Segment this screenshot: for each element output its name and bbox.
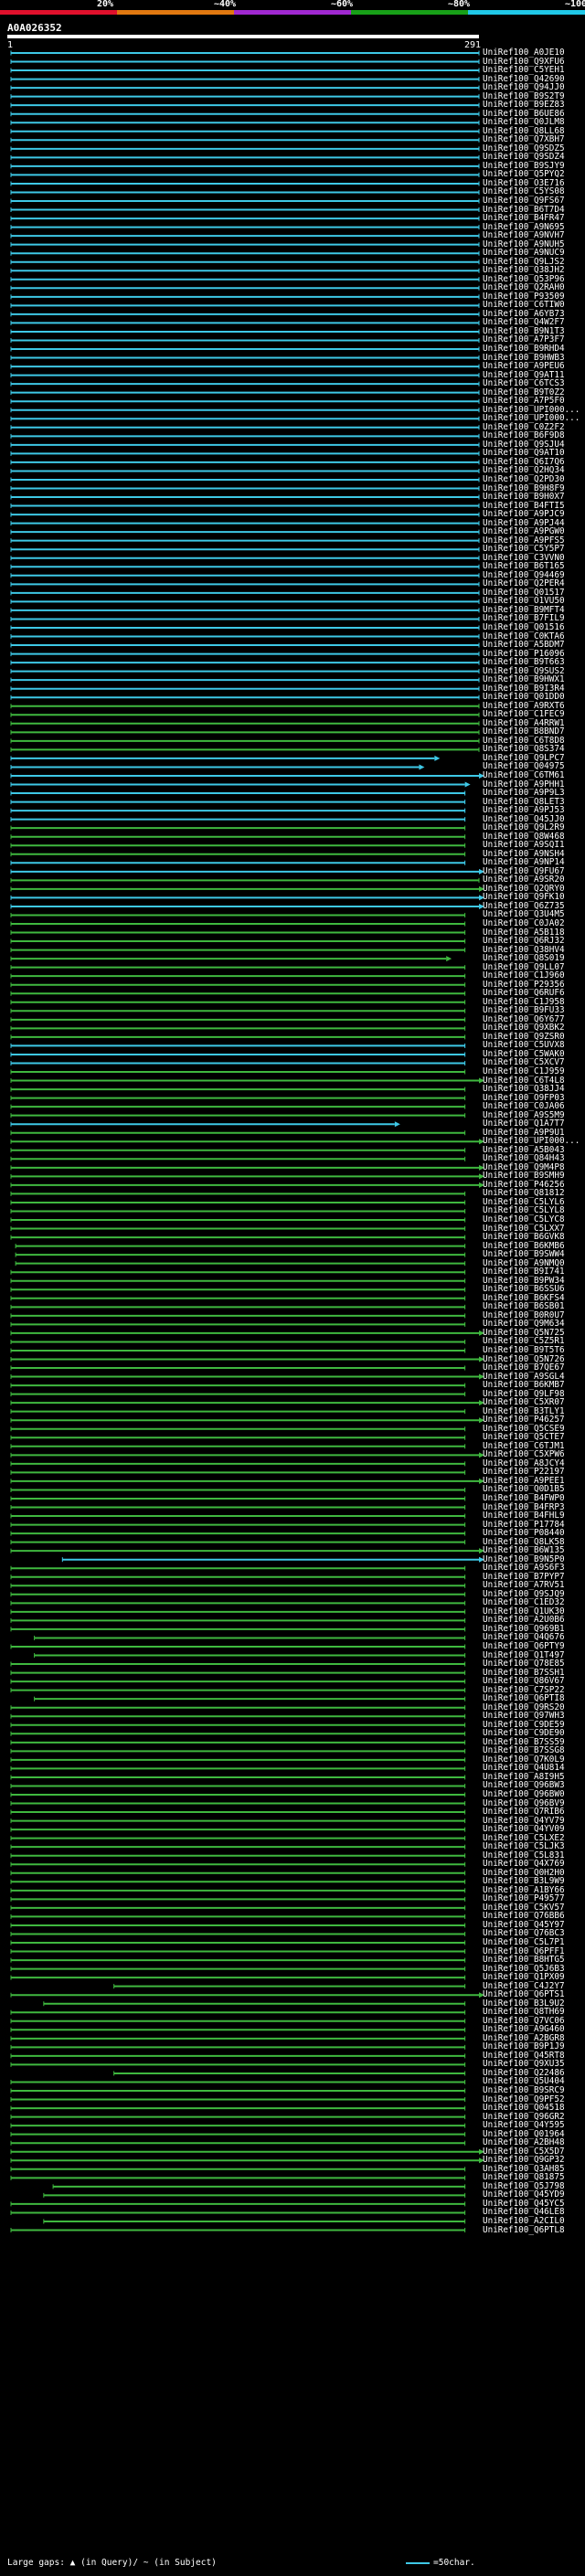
hit-arrow-icon	[464, 781, 471, 788]
legend: Large gaps: ▲ (in Query)/ ~ (in Subject)	[7, 2558, 217, 2568]
hit-arrow-icon	[434, 755, 441, 761]
gap-arrow-icon: ▲	[69, 2558, 76, 2568]
hit-arrow-icon	[419, 764, 425, 770]
legend-subject-part: (in Subject)	[154, 2558, 217, 2568]
hit-arrow-icon	[394, 1121, 400, 1128]
scale-line-icon	[406, 2561, 430, 2564]
legend-query-part: (in Query)/	[80, 2558, 139, 2568]
legend-large-gaps: Large gaps:	[7, 2558, 65, 2568]
legend-scale: =50char.	[406, 2558, 475, 2568]
legend-scale-text: =50char.	[433, 2558, 475, 2568]
hit-label[interactable]: UniRef100_Q6PTL8	[483, 2225, 565, 2235]
gap-dash-icon: ~	[143, 2558, 149, 2568]
hit-arrow-icon	[446, 956, 452, 962]
